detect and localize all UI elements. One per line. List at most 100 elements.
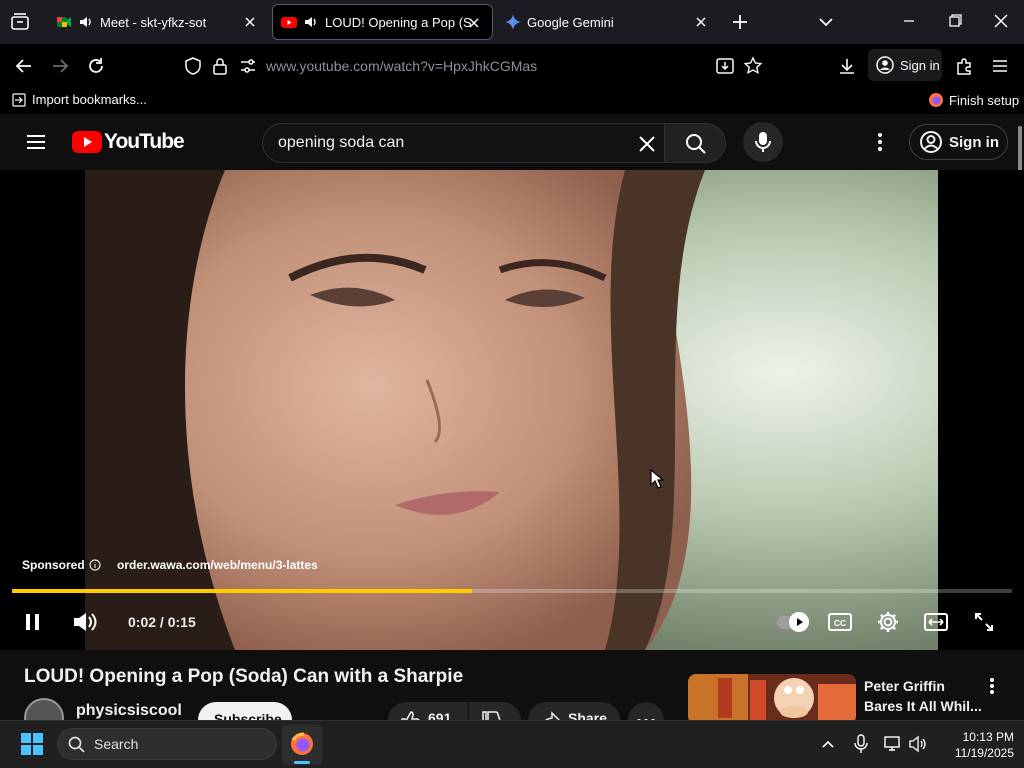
search-input[interactable]: opening soda can	[262, 123, 664, 163]
reload-icon[interactable]	[86, 56, 106, 76]
firefox-icon	[291, 732, 313, 755]
finish-setup-label: Finish setup	[949, 92, 1020, 108]
microphone-tray-icon[interactable]	[852, 734, 870, 754]
import-icon	[12, 92, 26, 107]
forward-icon[interactable]	[50, 56, 70, 76]
finish-setup-button[interactable]: Finish setup	[928, 92, 1019, 108]
tab-overview-icon[interactable]	[10, 12, 30, 32]
gemini-icon	[505, 14, 521, 30]
back-icon[interactable]	[14, 56, 34, 76]
close-window-icon[interactable]	[990, 10, 1012, 32]
permissions-icon[interactable]	[238, 56, 258, 76]
search-query: opening soda can	[278, 134, 405, 151]
downloads-icon[interactable]	[837, 56, 857, 76]
close-tab-icon[interactable]	[242, 14, 258, 30]
bookmarks-toolbar: Import bookmarks... Finish setup	[0, 88, 1024, 114]
extensions-icon[interactable]	[954, 56, 974, 76]
youtube-favicon-icon	[281, 17, 297, 28]
account-circle-icon	[920, 131, 942, 153]
time-separator: /	[159, 614, 168, 630]
autoplay-toggle[interactable]	[777, 612, 809, 632]
close-tab-icon[interactable]	[693, 14, 709, 30]
active-app-indicator	[294, 761, 310, 764]
recommended-more-icon[interactable]	[982, 676, 1002, 696]
recommended-thumbnail-image	[688, 674, 856, 724]
ad-url-link[interactable]: order.wawa.com/web/menu/3-lattes	[117, 558, 318, 572]
pause-icon[interactable]	[22, 611, 44, 633]
tab-title: Meet - skt-yfkz-sot	[100, 14, 207, 30]
import-bookmarks-button[interactable]: Import bookmarks...	[12, 92, 147, 107]
tab-youtube[interactable]: LOUD! Opening a Pop (Soda) Can with a Sh…	[272, 4, 493, 40]
watch-metadata: LOUD! Opening a Pop (Soda) Can with a Sh…	[0, 650, 1024, 724]
recommended-title-line1: Peter Griffin	[864, 678, 945, 694]
taskbar-firefox-button[interactable]	[282, 725, 322, 765]
progress-played	[12, 589, 472, 593]
theater-mode-icon[interactable]	[923, 611, 949, 633]
guide-menu-icon[interactable]	[25, 131, 47, 153]
youtube-logo[interactable]: YouTube	[72, 130, 185, 154]
browser-tab-bar: Meet - skt-yfkz-sot LOUD! Opening a Pop …	[0, 0, 1024, 44]
taskbar-search-box[interactable]: Search	[57, 728, 277, 760]
progress-bar[interactable]	[12, 589, 1012, 593]
app-menu-icon[interactable]	[990, 56, 1010, 76]
more-options-icon[interactable]	[870, 132, 890, 152]
time-current: 0:02	[128, 614, 157, 630]
google-meet-icon	[57, 17, 71, 27]
youtube-logo-text: YouTube	[104, 130, 185, 153]
clock-date: 11/19/2025	[954, 746, 1014, 760]
search-button[interactable]	[664, 123, 726, 163]
tab-gemini[interactable]: Google Gemini	[497, 4, 719, 40]
ad-info-icon[interactable]	[89, 559, 101, 571]
windows-start-icon[interactable]	[20, 732, 44, 756]
voice-search-button[interactable]	[743, 122, 783, 162]
video-title: LOUD! Opening a Pop (Soda) Can with a Sh…	[24, 666, 464, 687]
tab-meet[interactable]: Meet - skt-yfkz-sot	[46, 4, 268, 40]
import-bookmarks-label: Import bookmarks...	[32, 92, 147, 107]
speaker-icon[interactable]	[303, 14, 319, 30]
autoplay-knob	[789, 612, 809, 632]
recommended-title-line2: Bares It All Whil...	[864, 698, 982, 714]
bookmark-star-icon[interactable]	[743, 56, 763, 76]
save-to-pocket-icon[interactable]	[715, 56, 735, 76]
recommended-title[interactable]: Peter Griffin Bares It All Whil...	[864, 676, 982, 716]
video-frame-image	[85, 170, 938, 650]
firefox-icon	[929, 93, 943, 107]
network-icon[interactable]	[883, 734, 903, 754]
subtitles-cc-icon[interactable]: CC	[827, 610, 853, 634]
video-frame[interactable]	[85, 170, 938, 650]
volume-tray-icon[interactable]	[908, 734, 928, 754]
time-total: 0:15	[167, 614, 196, 630]
search-icon	[68, 736, 85, 753]
sponsored-label: Sponsored	[22, 558, 85, 572]
microphone-icon	[755, 132, 771, 152]
recommended-thumbnail[interactable]	[688, 674, 856, 724]
cc-label: CC	[834, 618, 846, 628]
mouse-cursor-icon	[650, 469, 664, 489]
play-icon	[797, 618, 803, 626]
sign-in-label: Sign in	[900, 57, 940, 73]
url-bar[interactable]: www.youtube.com/watch?v=HpxJhkCGMas	[266, 58, 537, 74]
speaker-icon[interactable]	[78, 14, 94, 30]
minimize-icon[interactable]	[898, 10, 920, 32]
list-all-tabs-icon[interactable]	[816, 12, 836, 32]
search-icon	[686, 134, 706, 154]
time-display: 0:02 / 0:15	[128, 614, 196, 630]
volume-icon[interactable]	[72, 610, 98, 634]
maximize-icon[interactable]	[944, 10, 966, 32]
lock-icon[interactable]	[210, 56, 230, 76]
close-tab-icon[interactable]	[466, 15, 482, 31]
taskbar-search-placeholder: Search	[94, 736, 139, 752]
clock-time: 10:13 PM	[962, 730, 1014, 744]
show-hidden-icons-icon[interactable]	[820, 736, 836, 752]
taskbar-clock[interactable]: 10:13 PM 11/19/2025	[938, 729, 1014, 761]
channel-name[interactable]: physicsiscool	[76, 702, 182, 720]
new-tab-icon[interactable]	[730, 12, 750, 32]
youtube-sign-in-button[interactable]: Sign in	[909, 124, 1008, 160]
clear-search-icon[interactable]	[637, 134, 657, 154]
browser-sign-in-button[interactable]: Sign in	[868, 49, 942, 81]
tracking-protection-icon[interactable]	[183, 56, 203, 76]
sign-in-label: Sign in	[949, 133, 999, 151]
fullscreen-icon[interactable]	[973, 611, 995, 633]
tab-title: Google Gemini	[527, 14, 614, 30]
settings-gear-icon[interactable]	[876, 610, 900, 634]
